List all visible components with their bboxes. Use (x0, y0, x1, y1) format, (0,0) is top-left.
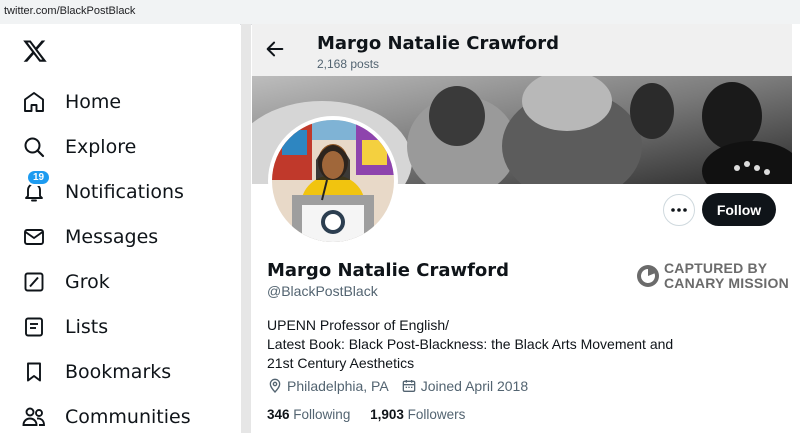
avatar[interactable] (268, 116, 398, 246)
following-count: 346 (267, 407, 290, 422)
browser-address-bar[interactable]: twitter.com/BlackPostBlack (0, 0, 800, 25)
back-arrow-icon[interactable] (264, 38, 286, 60)
post-count: 2,168 posts (317, 57, 380, 71)
joined-date: Joined April 2018 (420, 378, 529, 394)
location-text: Philadelphia, PA (287, 378, 389, 394)
following-link[interactable]: 346 Following (267, 407, 350, 422)
sidebar-item-explore[interactable]: Explore (20, 129, 136, 165)
right-gutter (792, 24, 800, 433)
sidebar-nav: Home Explore 19 Notifications Messages G… (0, 24, 240, 433)
profile-meta: Philadelphia, PA Joined April 2018 (267, 378, 540, 394)
sidebar-item-label: Lists (65, 316, 109, 338)
watermark-line2: CANARY MISSION (664, 275, 789, 291)
grok-icon (20, 268, 48, 296)
follow-button[interactable]: Follow (702, 193, 776, 226)
watermark-line1: CAPTURED BY (664, 260, 768, 276)
sidebar-item-label: Home (65, 91, 122, 113)
more-options-button[interactable] (663, 194, 695, 226)
followers-link[interactable]: 1,903 Followers (370, 407, 465, 422)
header-title: Margo Natalie Crawford (317, 33, 560, 54)
scrollbar[interactable] (241, 24, 251, 433)
notification-badge: 19 (26, 169, 52, 186)
location-pin-icon (269, 378, 281, 393)
sidebar-item-bookmarks[interactable]: Bookmarks (20, 354, 171, 390)
sidebar-item-lists[interactable]: Lists (20, 309, 108, 345)
profile-name: Margo Natalie Crawford (267, 260, 510, 281)
bell-icon: 19 (20, 169, 52, 206)
canary-mission-logo-icon (637, 265, 659, 287)
calendar-icon (402, 380, 416, 392)
home-icon (20, 88, 48, 116)
sidebar-item-notifications[interactable]: 19 Notifications (20, 169, 184, 210)
followers-count: 1,903 (370, 407, 404, 422)
profile-header-bar: Margo Natalie Crawford 2,168 posts (252, 24, 792, 76)
sidebar-item-communities[interactable]: Communities (20, 399, 191, 435)
sidebar-item-label: Communities (65, 406, 191, 428)
profile-bio: UPENN Professor of English/ Latest Book:… (267, 316, 673, 373)
sidebar-item-label: Messages (65, 226, 159, 248)
envelope-icon (20, 223, 48, 251)
followers-label: Followers (407, 407, 466, 422)
bio-line: UPENN Professor of English/ (267, 317, 450, 333)
watermark-stamp: CAPTURED BY CANARY MISSION (636, 261, 789, 291)
bio-line: Latest Book: Black Post-Blackness: the B… (267, 336, 674, 352)
bio-line: 21st Century Aesthetics (267, 355, 415, 371)
follow-stats: 346 Following 1,903 Followers (267, 407, 481, 422)
avatar-photo (272, 120, 394, 242)
bookmark-icon (20, 358, 48, 386)
search-icon (20, 133, 48, 161)
sidebar-item-home[interactable]: Home (20, 84, 121, 120)
x-logo-icon[interactable] (22, 38, 48, 64)
people-icon (20, 403, 48, 431)
following-label: Following (293, 407, 351, 422)
list-icon (20, 313, 48, 341)
more-dots-icon (671, 208, 687, 212)
sidebar-item-grok[interactable]: Grok (20, 264, 110, 300)
sidebar-item-label: Explore (65, 136, 137, 158)
profile-handle: @BlackPostBlack (267, 283, 378, 299)
url-text[interactable]: twitter.com/BlackPostBlack (4, 5, 135, 17)
sidebar-item-label: Bookmarks (65, 361, 172, 383)
sidebar-item-label: Notifications (65, 181, 184, 203)
profile-main: Margo Natalie Crawford 2,168 posts Follo… (252, 24, 792, 433)
sidebar-item-label: Grok (65, 271, 110, 293)
sidebar-item-messages[interactable]: Messages (20, 219, 158, 255)
